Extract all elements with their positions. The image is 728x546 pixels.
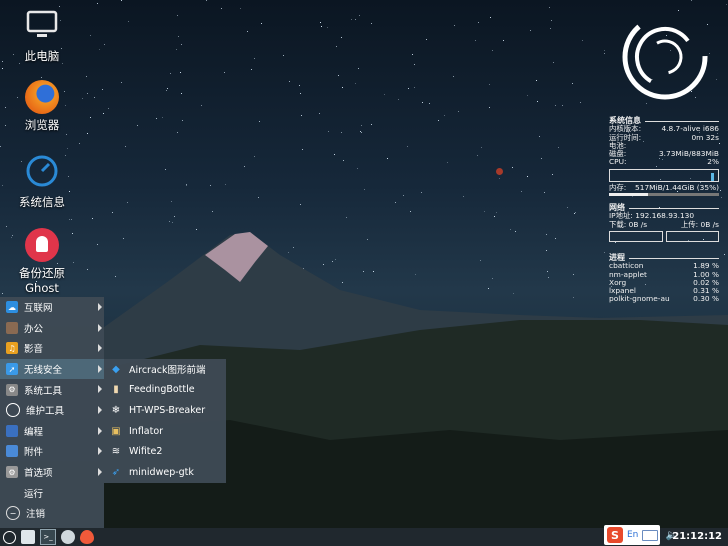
mem-bar xyxy=(609,193,719,197)
menu-item-preferences[interactable]: ⚙ 首选项 xyxy=(0,462,104,483)
code-icon xyxy=(6,424,18,437)
submenu-item-aircrack[interactable]: ◆ Aircrack图形前端 xyxy=(104,359,226,380)
preferences-icon: ⚙ xyxy=(6,466,18,479)
minidwep-icon: ➶ xyxy=(111,466,121,478)
menu-item-system-tools[interactable]: ⚙ 系统工具 xyxy=(0,379,104,400)
mem-label: 内存: xyxy=(609,182,627,192)
wireless-icon: ➚ xyxy=(6,363,18,376)
down-unit: /s xyxy=(640,219,648,229)
file-manager-icon[interactable] xyxy=(21,530,35,544)
submenu-arrow-icon xyxy=(98,447,102,456)
menu-item-internet[interactable]: ☁ 互联网 xyxy=(0,297,104,318)
ghost-icon xyxy=(25,228,59,262)
clock: 21:12:12 xyxy=(672,531,722,542)
bottle-icon: ▮ xyxy=(113,384,119,396)
submenu-arrow-icon xyxy=(98,364,102,373)
cpu-graph xyxy=(609,168,719,182)
sogou-logo-icon: S xyxy=(607,527,623,543)
down-value: 0B xyxy=(628,219,639,229)
ime-mode: En xyxy=(627,530,639,540)
start-menu-icon[interactable] xyxy=(3,530,16,544)
cpu-value: 2% xyxy=(707,157,719,167)
menu-item-programming[interactable]: 编程 xyxy=(0,421,104,442)
keyboard-icon xyxy=(642,529,659,541)
desktop-icon-ghost[interactable]: 备份还原 Ghost xyxy=(0,228,84,296)
up-value: 0B xyxy=(700,219,711,229)
up-label: 上传: xyxy=(680,219,699,229)
balloon-icon[interactable] xyxy=(80,530,94,544)
wifi-icon: ≋ xyxy=(111,446,121,458)
briefcase-icon xyxy=(6,321,18,334)
media-icon: ♫ xyxy=(6,342,18,355)
conky-panel: 系统信息 内核版本: 4.8.7-alive i686 运行时间: 0m 32s 电… xyxy=(609,114,719,304)
download-graph xyxy=(609,230,663,242)
desktop-icon-computer[interactable]: 此电脑 xyxy=(0,8,84,64)
snowflake-icon: ❄ xyxy=(111,404,121,416)
upload-graph xyxy=(665,230,719,242)
conky-logo-icon xyxy=(622,14,708,100)
gear-icon: ⚙ xyxy=(6,383,18,396)
process-list: cbatticon 1.89 % nm-applet 1.00 % Xorg 0.02… xyxy=(609,261,719,304)
desktop-icon-label: 系统信息 xyxy=(19,195,65,209)
desktop-icon-label: 此电脑 xyxy=(24,49,60,63)
submenu-arrow-icon xyxy=(98,385,102,394)
submenu-item-feedingbottle[interactable]: ▮ FeedingBottle xyxy=(104,380,226,401)
submenu-item-wifite2[interactable]: ≋ Wifite2 xyxy=(104,441,226,462)
submenu-arrow-icon xyxy=(98,303,102,311)
speedometer-icon xyxy=(26,155,58,187)
desktop-icon-label: 备份还原 Ghost xyxy=(19,266,65,295)
menu-item-run[interactable]: 运行 xyxy=(0,482,104,503)
submenu-arrow-icon xyxy=(98,344,102,353)
submenu-arrow-icon xyxy=(98,323,102,332)
submenu-arrow-icon xyxy=(98,467,102,476)
menu-item-logout[interactable]: − 注销 xyxy=(0,503,104,524)
submenu-item-inflator[interactable]: ▣ Inflator xyxy=(104,421,226,442)
submenu-arrow-icon xyxy=(98,426,102,435)
submenu-item-minidwep-gtk[interactable]: ➶ minidwep-gtk xyxy=(104,462,226,483)
aperture-icon[interactable] xyxy=(61,530,75,544)
process-row: polkit-gnome-au 0.30 % xyxy=(609,294,719,304)
menu-item-media[interactable]: ♫ 影音 xyxy=(0,338,104,359)
menu-item-accessories[interactable]: 附件 xyxy=(0,441,104,462)
down-label: 下载: xyxy=(609,219,627,229)
maintenance-icon xyxy=(6,403,20,418)
inflator-icon: ▣ xyxy=(111,425,121,437)
desktop-icon-sysinfo[interactable]: 系统信息 xyxy=(0,154,84,210)
menu-item-wireless-security[interactable]: ➚ 无线安全 xyxy=(0,358,104,380)
input-method-indicator[interactable]: S En xyxy=(604,525,660,545)
menu-item-maintenance[interactable]: 维护工具 xyxy=(0,400,104,421)
wireless-submenu: ◆ Aircrack图形前端 ▮ FeedingBottle ❄ HT-WPS-Bre… xyxy=(104,359,226,483)
logout-icon: − xyxy=(6,506,20,521)
up-unit: /s xyxy=(712,219,719,229)
desktop-icon-label: 浏览器 xyxy=(24,118,60,132)
cloud-icon: ☁ xyxy=(6,301,18,314)
menu-item-office[interactable]: 办公 xyxy=(0,318,104,339)
monitor-icon xyxy=(26,10,58,37)
submenu-item-ht-wps-breaker[interactable]: ❄ HT-WPS-Breaker xyxy=(104,400,226,421)
terminal-icon[interactable]: >_ xyxy=(40,529,56,545)
desktop-icon-browser[interactable]: 浏览器 xyxy=(0,80,84,133)
firefox-icon xyxy=(25,80,59,114)
uptime-value: 0m 32s xyxy=(691,132,719,142)
moon xyxy=(496,168,503,175)
aircrack-icon: ◆ xyxy=(112,363,120,375)
cpu-label: CPU: xyxy=(609,157,627,167)
start-menu: ☁ 互联网 办公 ♫ 影音 ➚ 无线安全 ⚙ 系统工具 维护工具 编程 附件 ⚙ 首选项 … xyxy=(0,297,104,528)
mem-value: 517MiB/1.44GiB (35%) xyxy=(635,182,719,192)
accessories-icon xyxy=(6,445,18,458)
submenu-arrow-icon xyxy=(98,405,102,414)
